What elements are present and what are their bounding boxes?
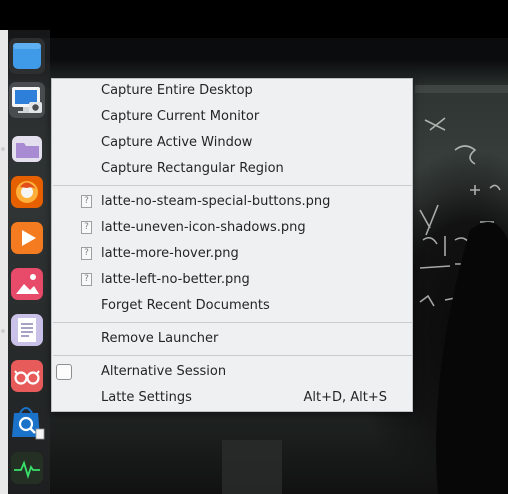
alternative-session-checkbox[interactable] — [56, 364, 72, 380]
recent-file-item[interactable]: ? latte-uneven-icon-shadows.png — [52, 216, 412, 240]
menu-item-latte-settings[interactable]: Latte Settings Alt+D, Alt+S — [52, 386, 412, 410]
unknown-file-icon: ? — [81, 247, 92, 260]
menu-item-label: Forget Recent Documents — [101, 298, 270, 313]
viewer-launcher[interactable] — [9, 358, 45, 394]
recent-file-label: latte-more-hover.png — [101, 246, 239, 261]
glasses-icon — [11, 360, 43, 392]
recent-file-item[interactable]: ? latte-more-hover.png — [52, 242, 412, 266]
files-launcher[interactable] — [9, 130, 45, 166]
menu-item-label: Capture Rectangular Region — [101, 161, 284, 176]
discover-launcher[interactable] — [9, 404, 45, 440]
menu-separator — [53, 355, 413, 356]
monitor-launcher[interactable] — [9, 450, 45, 486]
firefox-icon — [11, 176, 43, 208]
recent-file-item[interactable]: ? latte-no-steam-special-buttons.png — [52, 190, 412, 214]
menu-item-capture-region[interactable]: Capture Rectangular Region — [52, 157, 412, 181]
folder-icon — [12, 136, 42, 162]
menu-separator — [53, 322, 413, 323]
menu-item-remove-launcher[interactable]: Remove Launcher — [52, 327, 412, 351]
document-icon — [11, 314, 43, 346]
recent-file-label: latte-no-steam-special-buttons.png — [101, 194, 331, 209]
menu-item-label: Capture Active Window — [101, 135, 253, 150]
menu-item-label: Capture Current Monitor — [101, 109, 260, 124]
menu-item-alternative-session[interactable]: Alternative Session — [52, 360, 412, 384]
menu-item-forget-recent[interactable]: Forget Recent Documents — [52, 294, 412, 318]
window-launcher[interactable] — [9, 38, 45, 74]
shortcut-label: Alt+D, Alt+S — [303, 390, 387, 405]
menu-item-label: Remove Launcher — [101, 331, 219, 346]
window-icon — [13, 43, 41, 69]
menu-item-capture-desktop[interactable]: Capture Entire Desktop — [52, 79, 412, 103]
recent-file-label: latte-left-no-better.png — [101, 272, 250, 287]
menu-item-label: Alternative Session — [101, 364, 227, 379]
discover-icon — [12, 407, 45, 440]
unknown-file-icon: ? — [81, 221, 92, 234]
launcher-context-menu: Capture Entire Desktop Capture Current M… — [51, 78, 413, 412]
images-launcher[interactable] — [9, 266, 45, 302]
menu-separator — [53, 185, 413, 186]
running-indicator — [1, 329, 5, 333]
menu-item-capture-monitor[interactable]: Capture Current Monitor — [52, 105, 412, 129]
spectacle-launcher[interactable] — [9, 82, 45, 118]
play-icon — [11, 222, 43, 254]
menu-item-label: Latte Settings — [101, 390, 192, 405]
recent-file-item[interactable]: ? latte-left-no-better.png — [52, 268, 412, 292]
unknown-file-icon: ? — [81, 273, 92, 286]
menu-item-label: Capture Entire Desktop — [101, 83, 253, 98]
running-indicator — [1, 147, 5, 151]
screenshot-icon — [12, 87, 42, 113]
dock-edge — [0, 30, 8, 494]
media-launcher[interactable] — [9, 220, 45, 256]
recent-file-label: latte-uneven-icon-shadows.png — [101, 220, 306, 235]
unknown-file-icon: ? — [81, 195, 92, 208]
activity-icon — [11, 452, 43, 484]
notes-launcher[interactable] — [9, 312, 45, 348]
menu-item-capture-window[interactable]: Capture Active Window — [52, 131, 412, 155]
image-icon — [11, 268, 43, 300]
firefox-launcher[interactable] — [9, 174, 45, 210]
